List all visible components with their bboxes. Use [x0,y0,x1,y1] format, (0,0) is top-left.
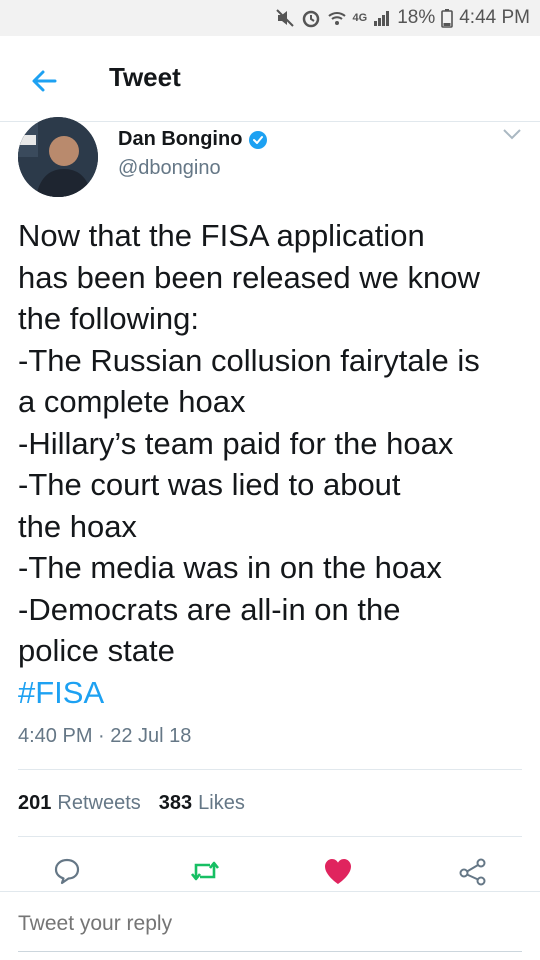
verified-badge-icon [248,130,268,150]
wifi-icon [327,8,347,28]
tweet-actions [0,850,540,890]
likes-count: 383 [158,792,193,814]
author-handle[interactable]: @dbongino [118,157,221,180]
status-bar: 4G 18% 4:44 PM [0,0,540,36]
tweet-line: -Democrats are all-in on the [18,591,401,627]
page-title: Tweet [109,62,181,92]
likes-stat[interactable]: 383 Likes [159,792,245,815]
hashtag-link[interactable]: #FISA [18,672,523,714]
tweet-line: Now that the FISA application [18,218,425,253]
top-app-bar: Tweet [0,36,540,122]
divider [18,836,522,837]
heart-icon[interactable] [321,854,355,888]
tweet-text: Now that the FISA application has been b… [18,215,523,713]
tweet-line: the hoax [18,508,137,544]
back-arrow-icon[interactable] [26,63,62,99]
status-time: 4:44 PM [459,7,530,28]
mute-icon [275,8,295,28]
tweet-line: has been been released we know [18,259,480,295]
tweet-line: -Hillary’s team paid for the hoax [18,425,454,461]
likes-label: Likes [198,792,245,814]
avatar[interactable] [18,117,98,197]
reply-bar [0,891,540,960]
retweets-stat[interactable]: 201 Retweets [18,792,141,815]
reply-icon[interactable] [50,854,84,888]
network-4g-icon: 4G [352,12,368,24]
chevron-down-icon[interactable] [500,125,524,143]
divider [18,769,522,770]
battery-icon [441,8,454,28]
battery-percent: 18% [397,7,436,28]
tweet-line: the following: [18,301,199,336]
tweet-line: -The Russian collusion fairytale is [18,342,480,378]
retweets-count: 201 [18,792,52,814]
tweet-timestamp: 4:40 PM · 22 Jul 18 [18,725,192,747]
signal-icon [373,9,391,27]
author-name-row[interactable]: Dan Bongino [118,128,268,151]
author-name[interactable]: Dan Bongino [118,128,242,151]
reply-underline [18,951,522,952]
tweet-line: -The media was in on the hoax [18,550,442,585]
alarm-icon [301,8,321,28]
tweet-line: police state [18,633,175,668]
retweets-label: Retweets [57,792,141,814]
engagement-stats: 201 Retweets 383 Likes [18,792,245,815]
share-icon[interactable] [456,854,490,888]
tweet-line: -The court was lied to about [18,467,401,502]
retweet-icon[interactable] [188,854,222,888]
tweet-line: a complete hoax [18,384,246,419]
reply-input[interactable] [18,912,522,936]
